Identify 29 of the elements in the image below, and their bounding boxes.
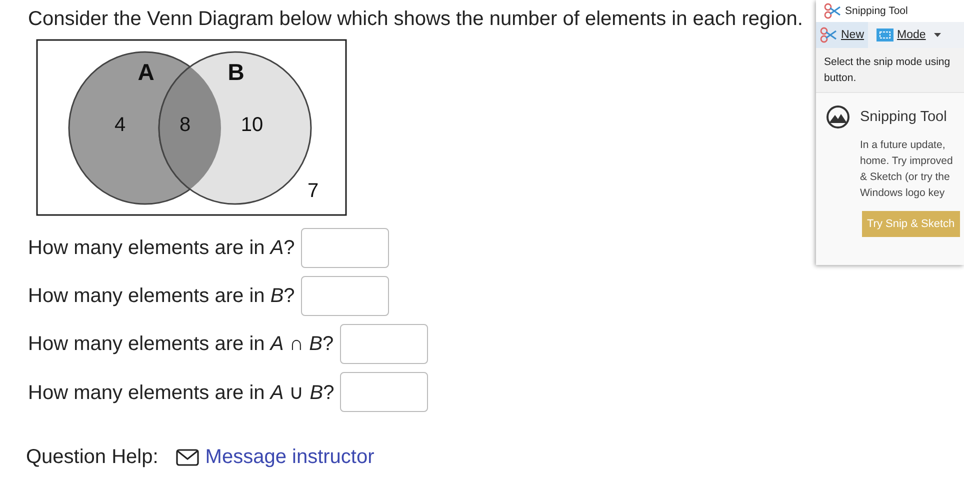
mountain-icon xyxy=(826,105,850,129)
window-title: Snipping Tool xyxy=(845,5,908,17)
scissors-icon xyxy=(824,3,842,19)
answer-field[interactable] xyxy=(300,276,389,316)
mail-icon xyxy=(176,449,200,466)
notice-text: In a future update, home. Try improved & Sketch (or try the Windows logo key xyxy=(859,138,954,201)
region-count: 8 xyxy=(179,114,191,136)
mode-icon xyxy=(876,28,894,42)
region-count: 7 xyxy=(307,180,319,202)
help-label: Question Help: xyxy=(26,446,158,469)
answer-field[interactable] xyxy=(340,324,428,364)
caret-icon xyxy=(934,33,941,37)
question-text: How many elements are in B? xyxy=(28,284,295,308)
new-button[interactable]: New xyxy=(816,22,868,48)
notice-title: Snipping Tool xyxy=(860,109,947,125)
question-text: How many elements are in A? xyxy=(28,236,295,260)
set-label: B xyxy=(228,59,244,85)
question-prompt: Consider the Venn Diagram below which shows the number of elements in each region. xyxy=(28,8,803,31)
region-count: 4 xyxy=(114,114,126,136)
mode-button[interactable]: Mode xyxy=(872,22,930,48)
region-count: 10 xyxy=(240,114,264,136)
scissors-icon xyxy=(820,27,838,43)
question-text: How many elements are in A ∩ B? xyxy=(28,332,334,356)
hint-text: Select the snip mode using button. xyxy=(816,48,964,93)
set-label: A xyxy=(138,59,154,85)
answer-field[interactable] xyxy=(340,372,428,412)
question-text: How many elements are in A ∪ B? xyxy=(28,380,334,404)
message-instructor-link[interactable]: Message instructor xyxy=(205,446,374,469)
answer-field[interactable] xyxy=(300,228,389,268)
